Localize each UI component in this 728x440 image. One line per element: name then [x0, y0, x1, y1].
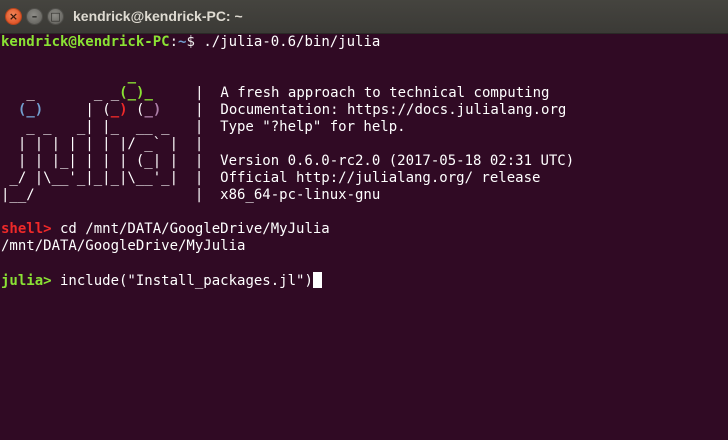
- minimize-button[interactable]: –: [26, 8, 43, 25]
- command-line: kendrick@kendrick-PC:~$ ./julia-0.6/bin/…: [1, 34, 728, 51]
- julia-command[interactable]: include("Install_packages.jl"): [52, 273, 313, 289]
- shell-prompt: shell>: [1, 221, 52, 237]
- title-bar[interactable]: × – □ kendrick@kendrick-PC: ~: [0, 0, 728, 34]
- prompt-colon: :: [169, 34, 179, 50]
- julia-prompt: julia>: [1, 273, 52, 289]
- banner-line: _: [127, 68, 136, 84]
- banner-line: (_) | (_) (_) | Documentation: https://d…: [17, 102, 567, 118]
- banner-line: _ _ _| |_ __ _ | Type "?help" for help.: [1, 119, 406, 135]
- command-text: ./julia-0.6/bin/julia: [203, 34, 381, 50]
- banner-line: | | |_| | | | (_| | | Version 0.6.0-rc2.…: [1, 153, 575, 169]
- shell-command-line: shell> cd /mnt/DATA/GoogleDrive/MyJulia: [1, 221, 728, 238]
- banner-line: | | | | | | |/ _` | |: [1, 136, 204, 152]
- prompt-user-host: kendrick@kendrick-PC: [1, 34, 170, 50]
- close-icon: ×: [8, 10, 19, 23]
- window-title: kendrick@kendrick-PC: ~: [73, 8, 243, 24]
- text-cursor: [312, 272, 322, 288]
- banner-line: _ _ _(_)_ | A fresh approach to technica…: [26, 85, 550, 101]
- shell-command: cd /mnt/DATA/GoogleDrive/MyJulia: [51, 221, 330, 237]
- julia-input-line[interactable]: julia> include("Install_packages.jl"): [1, 272, 728, 289]
- terminal-window: × – □ kendrick@kendrick-PC: ~ kendrick@k…: [0, 0, 728, 440]
- banner-line: |__/ | x86_64-pc-linux-gnu: [1, 187, 381, 203]
- minimize-icon: –: [31, 10, 38, 23]
- prompt-symbol: $: [186, 34, 204, 50]
- close-button[interactable]: ×: [5, 8, 22, 25]
- maximize-icon: □: [50, 10, 61, 23]
- terminal-content[interactable]: kendrick@kendrick-PC:~$ ./julia-0.6/bin/…: [0, 34, 728, 440]
- shell-output-line: /mnt/DATA/GoogleDrive/MyJulia: [1, 238, 246, 254]
- maximize-button[interactable]: □: [47, 8, 64, 25]
- banner-line: _/ |\__'_|_|_|\__'_| | Official http://j…: [1, 170, 541, 186]
- julia-banner: _ _ _ _(_)_ | A fresh approach to techni…: [1, 68, 728, 204]
